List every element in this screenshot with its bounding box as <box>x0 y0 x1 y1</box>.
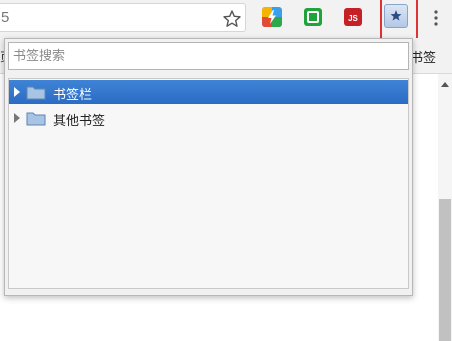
page-scrollbar[interactable] <box>438 74 452 341</box>
bookmark-tree: 书签栏 其他书签 <box>8 78 409 289</box>
vertical-dots-menu-icon[interactable] <box>433 10 439 26</box>
star-outline-icon[interactable] <box>222 9 242 29</box>
tree-item-label: 书签栏 <box>53 88 93 103</box>
address-text: 5 <box>1 9 10 26</box>
folder-icon <box>26 112 46 126</box>
bookmarks-bar-item[interactable]: 书签 <box>410 47 436 66</box>
expand-arrow-icon[interactable] <box>14 113 20 123</box>
green-square-extension-icon[interactable] <box>302 6 324 28</box>
lightning-extension-icon[interactable] <box>261 6 283 28</box>
scrollbar-thumb[interactable] <box>439 199 451 341</box>
js-extension-icon[interactable]: JS <box>342 6 364 28</box>
expand-arrow-icon[interactable] <box>14 87 20 97</box>
browser-toolbar: 5 JS <box>0 0 452 43</box>
tree-item-label: 其他书签 <box>53 114 106 129</box>
bookmark-popup: 书签栏 其他书签 <box>4 38 413 296</box>
highlight-box <box>380 0 418 43</box>
tree-item-bookmarks-bar[interactable]: 书签栏 <box>9 80 408 104</box>
folder-icon <box>26 86 46 100</box>
tree-item-other-bookmarks[interactable]: 其他书签 <box>9 106 408 130</box>
svg-text:JS: JS <box>348 14 358 23</box>
bookmark-search-input[interactable] <box>8 42 409 70</box>
scroll-up-arrow-icon[interactable] <box>441 82 449 87</box>
address-bar[interactable]: 5 <box>0 3 246 32</box>
